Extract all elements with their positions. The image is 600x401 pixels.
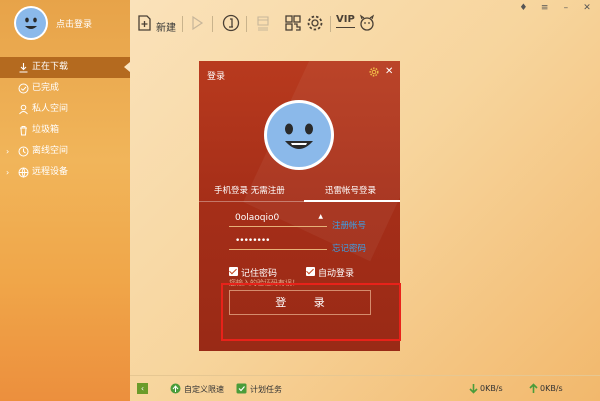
chevron-right-icon[interactable]: › [6, 162, 9, 183]
check-circle-icon [18, 83, 29, 94]
tab-account-login[interactable]: 迅雷帐号登录 [325, 184, 376, 196]
delete-icon [257, 16, 269, 31]
dialog-title: 登录 [207, 72, 226, 82]
gear-icon[interactable] [369, 67, 379, 77]
username-value: 0olaoqio0 [235, 213, 280, 223]
window-controls: ♦ ≡ – ✕ [514, 2, 596, 16]
avatar[interactable] [14, 6, 48, 40]
toolbar-divider [182, 16, 183, 32]
settings-button[interactable] [306, 14, 324, 34]
login-dialog: 登录 ✕ 手机登录 无需注册 迅雷帐号登录 0olaoqio0 ▲ 注册帐号 •… [199, 61, 400, 351]
scheduled-task-button[interactable]: 计划任务 [250, 384, 282, 395]
vip-icon: VIP [336, 13, 355, 28]
register-link[interactable]: 注册帐号 [332, 219, 366, 231]
sidebar-footer [0, 375, 130, 401]
sidebar-item-downloading[interactable]: 正在下载 [0, 57, 130, 78]
sidebar-item-label: 远程设备 [32, 167, 69, 177]
sidebar-item-offline[interactable]: › 离线空间 [0, 141, 130, 162]
user-icon [19, 104, 28, 115]
play-icon [192, 15, 204, 31]
login-button[interactable]: 登 录 [229, 290, 371, 315]
upload-speed: 0KB/s [540, 384, 563, 393]
download-icon [19, 63, 28, 73]
collapse-sidebar-button[interactable]: ‹ [137, 383, 148, 394]
chevron-down-icon[interactable]: ▲ [318, 213, 323, 220]
tab-active-indicator [304, 200, 400, 202]
sidebar-nav: 正在下载 已完成 私人空间 垃圾箱 › 离线空间 › 远程设备 [0, 57, 130, 183]
trash-icon [20, 126, 27, 136]
qr-code-button[interactable] [284, 14, 302, 34]
smiley-avatar-icon [16, 8, 46, 38]
sidebar-item-remote[interactable]: › 远程设备 [0, 162, 130, 183]
sidebar-item-label: 私人空间 [32, 104, 69, 114]
sidebar: 点击登录 正在下载 已完成 私人空间 垃圾箱 › 离线空间 › 远程设备 [0, 0, 130, 401]
vip-button[interactable]: VIP [336, 13, 355, 33]
toolbar-divider [246, 16, 247, 32]
minimize-icon[interactable]: – [557, 3, 575, 15]
new-file-icon [138, 15, 151, 31]
schedule-icon [236, 383, 247, 394]
chevron-right-icon[interactable]: › [6, 141, 9, 162]
pause-button[interactable] [222, 14, 240, 34]
auto-login-checkbox[interactable] [306, 267, 315, 276]
sidebar-item-label: 正在下载 [32, 62, 69, 72]
start-button[interactable] [188, 14, 206, 34]
status-bar: ‹ 自定义限速 计划任务 0KB/s 0KB/s [130, 375, 600, 401]
pause-icon [222, 14, 240, 32]
new-task-label[interactable]: 新建 [156, 19, 176, 34]
toolbar-divider [330, 16, 331, 32]
settings-icon [307, 15, 323, 31]
user-area: 点击登录 [0, 0, 130, 46]
login-tabs: 手机登录 无需注册 迅雷帐号登录 [199, 184, 400, 202]
error-hint: 您输入的验证码有误！ [229, 279, 299, 287]
tab-phone-login[interactable]: 手机登录 无需注册 [214, 184, 285, 196]
mascot-button[interactable] [358, 14, 376, 34]
toolbar-divider [212, 16, 213, 32]
sidebar-item-label: 已完成 [32, 83, 60, 93]
sidebar-item-label: 垃圾箱 [32, 125, 60, 135]
mascot-icon [359, 14, 375, 31]
download-speed-icon [469, 384, 478, 394]
upload-speed-icon [529, 383, 538, 393]
sidebar-item-completed[interactable]: 已完成 [0, 78, 130, 99]
username-field[interactable]: 0olaoqio0 ▲ [229, 211, 327, 227]
sidebar-item-label: 离线空间 [32, 146, 69, 156]
new-task-button[interactable] [136, 14, 154, 34]
cloud-icon [18, 146, 29, 157]
menu-icon[interactable]: ≡ [536, 3, 554, 15]
forgot-password-link[interactable]: 忘记密码 [332, 242, 366, 254]
close-icon[interactable]: ✕ [578, 3, 596, 15]
sidebar-item-private[interactable]: 私人空间 [0, 99, 130, 120]
password-field[interactable]: •••••••• [229, 234, 327, 250]
auto-login-label[interactable]: 自动登录 [318, 266, 354, 279]
qr-code-icon [285, 15, 301, 31]
close-icon[interactable]: ✕ [385, 66, 393, 77]
globe-icon [18, 167, 29, 178]
password-value: •••••••• [235, 236, 270, 246]
speed-limit-button[interactable]: 自定义限速 [184, 384, 224, 395]
sidebar-item-trash[interactable]: 垃圾箱 [0, 120, 130, 141]
skin-icon[interactable]: ♦ [514, 3, 532, 15]
remember-password-checkbox[interactable] [229, 267, 238, 276]
delete-button[interactable] [254, 14, 272, 34]
toolbar: 新建 VIP ♦ ≡ – ✕ [130, 0, 600, 46]
smiley-avatar-icon [264, 100, 334, 170]
download-speed: 0KB/s [480, 384, 503, 393]
speed-limit-icon [170, 383, 181, 394]
login-link[interactable]: 点击登录 [56, 17, 92, 30]
